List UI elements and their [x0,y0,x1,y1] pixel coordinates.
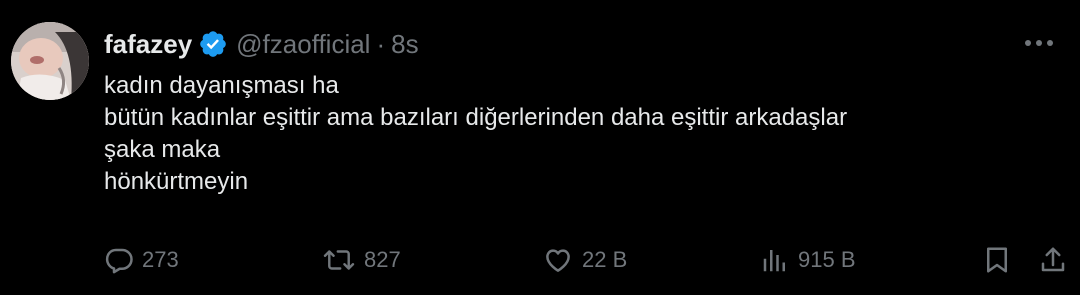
views-button[interactable]: 915 B [760,240,856,280]
tweet-line: şaka maka [104,136,221,163]
share-button[interactable] [1038,240,1068,280]
views-icon [760,245,790,275]
more-options-button[interactable] [1022,30,1056,56]
reply-icon [104,245,134,275]
more-horizontal-icon [1024,34,1054,52]
bookmark-button[interactable] [982,240,1012,280]
bookmark-icon [982,245,1012,275]
repost-button[interactable]: 827 [322,240,401,280]
verified-badge-icon [198,29,228,59]
repost-count: 827 [364,247,401,272]
tweet-text: kadın dayanışması ha bütün kadınlar eşit… [104,70,847,198]
like-button[interactable]: 22 B [542,240,627,280]
reply-button[interactable]: 273 [104,240,179,280]
repost-icon [322,245,356,275]
reply-count: 273 [142,247,179,272]
heart-icon [542,245,574,275]
tweet-line: kadın dayanışması ha [104,72,339,99]
author-handle[interactable]: @fzaofficial [236,29,370,60]
header-separator: · [376,28,386,59]
share-icon [1038,245,1068,275]
tweet-timestamp[interactable]: 8s [391,29,418,60]
tweet-line: bütün kadınlar eşittir ama bazıları diğe… [104,104,848,131]
action-bar: 273 827 22 B 915 B [0,240,1080,280]
view-count: 915 B [798,247,856,272]
like-count: 22 B [582,247,628,272]
avatar[interactable] [11,22,89,100]
author-display-name[interactable]: fafazey [104,29,192,60]
tweet-header: fafazey @fzaofficial · 8s [104,28,419,60]
tweet-line: hönkürtmeyin [104,168,249,195]
tweet[interactable]: fafazey @fzaofficial · 8s kadın dayanışm… [0,0,1080,295]
